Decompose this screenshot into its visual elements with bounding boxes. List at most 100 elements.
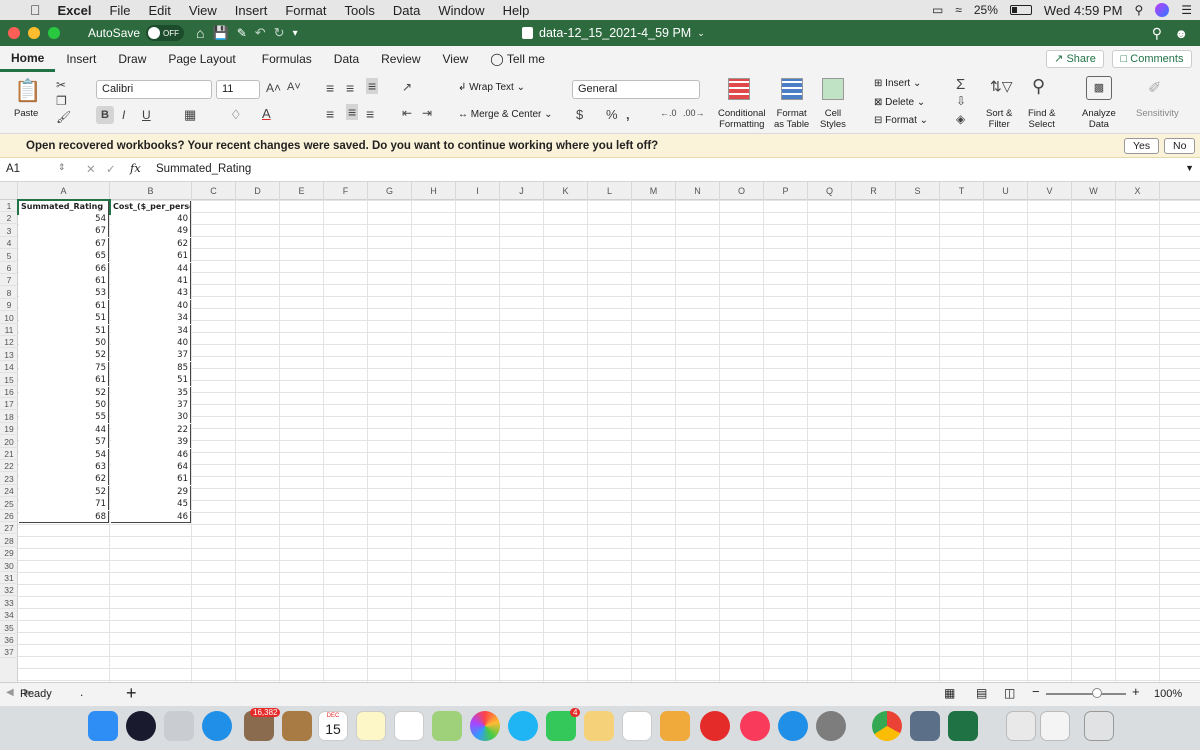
edit-icon[interactable]: ✎ (237, 26, 247, 40)
tab-insert[interactable]: Insert (55, 46, 107, 72)
column-header-x[interactable]: X (1116, 182, 1160, 200)
undo-icon[interactable]: ↶ (255, 25, 266, 41)
table-cell[interactable]: 51 (19, 324, 109, 337)
redo-icon[interactable]: ↻ (274, 25, 285, 41)
row-header-10[interactable]: 10 (0, 312, 18, 324)
system-preferences-icon[interactable] (816, 711, 846, 741)
clipboard-icon[interactable]: 📋 (14, 78, 41, 104)
row-header-31[interactable]: 31 (0, 572, 18, 584)
table-cell[interactable]: 62 (19, 473, 109, 486)
row-header-5[interactable]: 5 (0, 250, 18, 262)
increase-font-icon[interactable]: A˄ (266, 81, 281, 95)
copy-icon[interactable]: ❐ (56, 94, 67, 108)
autosum-icon[interactable]: Σ (956, 76, 965, 93)
menu-tools[interactable]: Tools (335, 3, 383, 18)
fill-color-icon[interactable]: ♢ (230, 107, 242, 123)
column-header-k[interactable]: K (544, 182, 588, 200)
sort-filter-button[interactable]: Sort & Filter (986, 108, 1012, 130)
table-cell[interactable]: 85 (111, 361, 191, 374)
news-icon[interactable] (700, 711, 730, 741)
control-center-icon[interactable]: ☰ (1181, 3, 1192, 17)
table-cell[interactable]: 44 (19, 423, 109, 436)
calendar-icon[interactable]: DEC 15 (318, 711, 348, 741)
table-cell[interactable]: 64 (111, 460, 191, 473)
table-cell[interactable]: 54 (19, 212, 109, 225)
pages-icon[interactable] (584, 711, 614, 741)
table-cell[interactable]: 63 (19, 460, 109, 473)
fill-icon[interactable]: ⇩ (956, 94, 966, 108)
row-header-12[interactable]: 12 (0, 336, 18, 349)
column-header-b[interactable]: B (110, 182, 192, 200)
table-cell[interactable]: 46 (111, 448, 191, 461)
table-cell[interactable]: 55 (19, 411, 109, 424)
column-header-q[interactable]: Q (808, 182, 852, 200)
sensitivity-button[interactable]: Sensitivity (1136, 108, 1179, 119)
conditional-formatting-button[interactable]: Conditional Formatting (718, 108, 766, 130)
percent-icon[interactable]: % (606, 107, 618, 122)
menu-window[interactable]: Window (429, 3, 493, 18)
table-cell[interactable]: 53 (19, 287, 109, 300)
photos-icon[interactable] (470, 711, 500, 741)
menu-app-name[interactable]: Excel (49, 3, 101, 18)
align-left-icon[interactable]: ≡ (326, 106, 334, 122)
siri-icon[interactable] (1155, 3, 1170, 17)
clock[interactable]: Wed 4:59 PM (1044, 3, 1123, 18)
zoom-slider[interactable] (1046, 693, 1126, 695)
table-cell[interactable]: 29 (111, 485, 191, 498)
table-cell[interactable]: 61 (19, 374, 109, 387)
search-icon[interactable]: ⚲ (1152, 25, 1162, 42)
increase-decimal-icon[interactable]: ←.0 (660, 108, 677, 118)
sheet-grid[interactable] (18, 200, 1200, 682)
column-header-v[interactable]: V (1028, 182, 1072, 200)
zoom-window-button[interactable] (48, 27, 60, 39)
cancel-icon[interactable]: ✕ (86, 162, 96, 176)
table-cell[interactable]: 50 (19, 398, 109, 411)
table-cell[interactable]: 37 (111, 349, 191, 362)
align-right-icon[interactable]: ≡ (366, 106, 374, 122)
column-header-w[interactable]: W (1072, 182, 1116, 200)
format-painter-icon[interactable]: 🖌 (56, 110, 71, 124)
tab-data[interactable]: Data (323, 46, 370, 72)
insert-function-button[interactable]: fx (130, 161, 141, 175)
row-header-26[interactable]: 26 (0, 510, 18, 522)
zoom-slider-thumb[interactable] (1092, 688, 1102, 698)
spotlight-icon[interactable]: ⚲ (1134, 3, 1143, 17)
chevron-down-icon[interactable]: ⌄ (697, 28, 705, 39)
music-icon[interactable] (740, 711, 770, 741)
table-cell[interactable]: 50 (19, 336, 109, 349)
table-cell[interactable]: 41 (111, 274, 191, 287)
tab-home[interactable]: Home (0, 47, 56, 72)
row-header-7[interactable]: 7 (0, 274, 18, 287)
keynote-icon[interactable] (660, 711, 690, 741)
row-header-37[interactable]: 37 (0, 646, 18, 659)
comments-button[interactable]: □ Comments (1112, 50, 1192, 68)
row-header-18[interactable]: 18 (0, 411, 18, 423)
tab-formulas[interactable]: Formulas (251, 46, 323, 72)
row-header-30[interactable]: 30 (0, 560, 18, 572)
zoom-level[interactable]: 100% (1154, 688, 1182, 700)
table-cell[interactable]: 46 (111, 510, 191, 523)
find-select-button[interactable]: Find & Select (1028, 108, 1055, 130)
row-header-23[interactable]: 23 (0, 473, 18, 485)
table-cell[interactable]: 40 (111, 299, 191, 312)
table-cell[interactable]: 61 (19, 299, 109, 312)
row-header-1[interactable]: 1 (0, 200, 18, 212)
yes-button[interactable]: Yes (1124, 138, 1160, 154)
row-header-17[interactable]: 17 (0, 398, 18, 411)
customize-toolbar-icon[interactable]: ▾ (293, 28, 298, 39)
row-header-8[interactable]: 8 (0, 287, 18, 299)
table-cell[interactable]: 35 (111, 386, 191, 399)
safari-icon[interactable] (202, 711, 232, 741)
name-box-stepper[interactable]: ⇕ (58, 162, 66, 173)
table-cell[interactable]: 52 (19, 485, 109, 498)
excel-app-icon[interactable] (948, 711, 978, 741)
table-cell[interactable]: 43 (111, 287, 191, 300)
preview-icon[interactable] (910, 711, 940, 741)
column-header-i[interactable]: I (456, 182, 500, 200)
formula-input[interactable]: Summated_Rating (156, 163, 251, 175)
tab-page-layout[interactable]: Page Layout (157, 46, 246, 72)
font-name-select[interactable]: Calibri (96, 80, 212, 99)
row-header-15[interactable]: 15 (0, 374, 18, 386)
row-header-32[interactable]: 32 (0, 584, 18, 597)
row-header-20[interactable]: 20 (0, 436, 18, 448)
